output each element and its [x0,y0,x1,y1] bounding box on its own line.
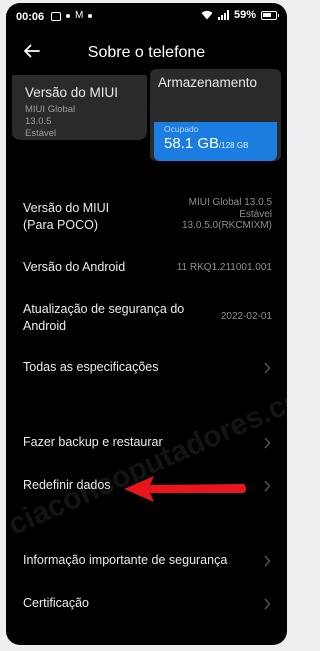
row-value-line: MIUI Global 13.0.5 [188,197,272,208]
row-label: Versão do MIUI (Para POCO) [23,201,110,232]
wifi-icon [201,10,213,20]
battery-percent: 59% [233,9,256,21]
row-android-version[interactable]: Versão do Android 11 RKQ1.211001.001 [6,259,287,279]
battery-icon [261,10,279,20]
gallery-icon [51,11,61,21]
row-label: Informação importante de segurança [23,553,228,567]
phone-screen: 00:06 M 59% Sobre o telefone Versão do M… [6,3,287,645]
miui-version-card-details: MIUI Global 13.0.5 Estável [25,104,135,140]
red-arrow-annotation [124,476,246,502]
miui-version-card[interactable]: Versão do MIUI MIUI Global 13.0.5 Estáve… [12,75,147,140]
row-all-specs[interactable]: Todas as especificações [6,359,287,379]
row-value: MIUI Global 13.0.5 Estável 13.0.5.0(RKCM… [182,197,272,232]
row-value: 2022-02-01 [220,311,272,322]
mail-icon: M [75,10,84,21]
chevron-right-icon [264,437,271,449]
row-security-update[interactable]: Atualização de segurança do Android 2022… [6,301,287,337]
row-label: Todas as especificações [23,360,159,374]
page-title: Sobre o telefone [87,44,206,61]
status-time: 00:06 [16,11,45,23]
storage-used-amount: 58.1 GB [164,135,220,152]
row-value: 11 RKQ1.211001.001 [176,262,272,273]
row-label: Atualização de segurança do Android [23,302,185,333]
row-certification[interactable]: Certificação [6,595,287,615]
status-bar: 00:06 M 59% [6,3,287,29]
storage-used-value: 58.1 GB/128 GB [164,135,248,152]
chevron-right-icon [264,362,271,374]
miui-version-line: MIUI Global [25,104,76,115]
row-value-line: 13.0.5.0(RKCMIXM) [181,220,272,231]
chevron-right-icon [264,480,271,492]
row-label: Fazer backup e restaurar [23,435,163,449]
row-miui-version-poco[interactable]: Versão do MIUI (Para POCO) MIUI Global 1… [6,197,287,243]
miui-version-line: Estável [25,128,57,139]
row-label: Versão do Android [23,260,126,274]
row-label: Certificação [23,596,89,610]
system-icons: 59% [201,9,279,21]
miui-version-card-title: Versão do MIUI [25,85,119,100]
chevron-right-icon [264,598,271,610]
row-value-line: Estável [239,208,272,220]
row-safety-info[interactable]: Informação importante de segurança [6,552,287,572]
storage-card[interactable]: Armazenamento Ocupado 58.1 GB/128 GB [150,69,281,161]
watermark: ciaconcoputadores.com [6,371,287,542]
miui-version-line: 13.0.5 [25,116,52,127]
signal-icon [217,10,229,20]
notification-icons: M [51,10,93,21]
storage-used-label: Ocupado [164,124,199,134]
storage-card-title: Armazenamento [158,75,258,90]
chevron-right-icon [264,555,271,567]
notification-dot-icon [66,14,70,18]
notification-dot-icon [88,14,93,18]
storage-total: /128 GB [219,141,249,150]
